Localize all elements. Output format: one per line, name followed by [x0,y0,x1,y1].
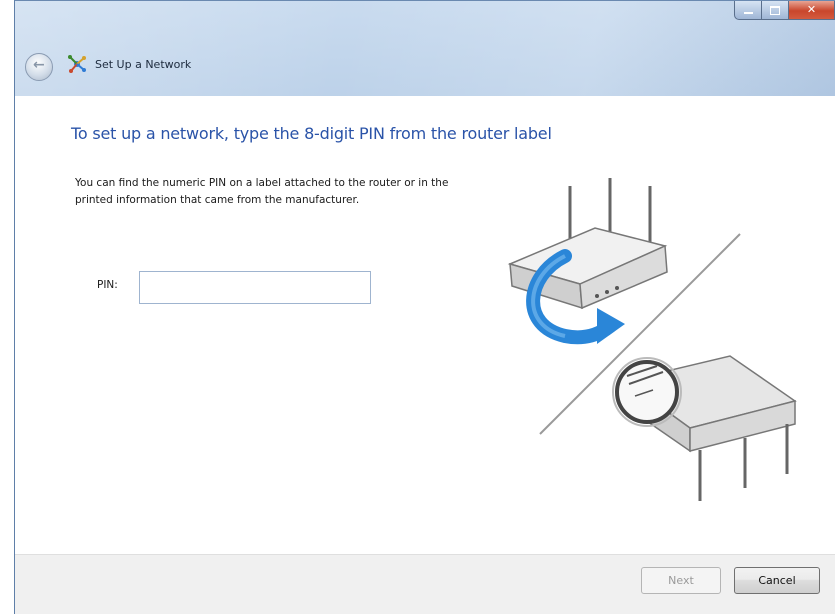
pin-label: PIN: [97,279,118,291]
next-button[interactable]: Next [641,567,721,594]
page-heading: To set up a network, type the 8-digit PI… [71,124,552,143]
maximize-icon [770,6,780,15]
maximize-button[interactable] [762,1,789,20]
back-button[interactable]: ← [25,53,53,81]
pin-input[interactable] [139,271,371,304]
dialog-window: ✕ ← Set Up a Network To set up a network… [14,0,835,614]
minimize-button[interactable] [734,1,762,20]
caption-buttons: ✕ [734,1,835,21]
close-button[interactable]: ✕ [789,1,835,20]
network-setup-icon [68,55,86,73]
cancel-button[interactable]: Cancel [734,567,820,594]
content-area: To set up a network, type the 8-digit PI… [15,96,835,554]
minimize-icon [743,12,753,14]
magnifier-icon [612,357,682,427]
back-arrow-icon: ← [33,57,45,73]
window-title: Set Up a Network [95,58,192,71]
instructions-text: You can find the numeric PIN on a label … [75,177,449,206]
button-bar: Next Cancel [15,554,835,614]
router-illustration [507,178,797,501]
close-icon: ✕ [806,3,817,16]
